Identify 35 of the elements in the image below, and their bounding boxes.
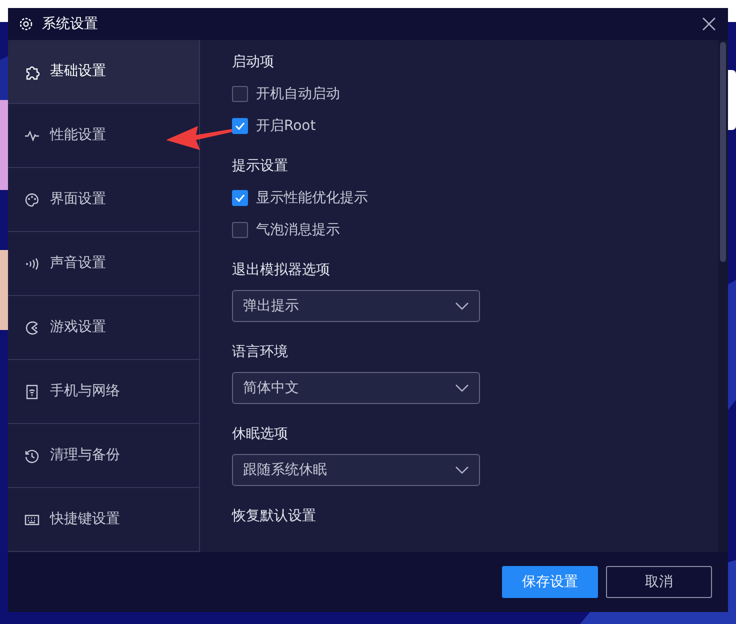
chevron-icon (455, 384, 469, 392)
checkbox[interactable] (232, 190, 248, 206)
window-title: 系统设置 (42, 14, 98, 34)
scrollbar-thumb[interactable] (720, 42, 726, 262)
dropdown[interactable]: 简体中文 (232, 372, 480, 404)
dialog-button[interactable]: 取消 (606, 566, 712, 598)
section-heading: 启动项 (232, 53, 275, 72)
chevron-icon (455, 302, 469, 310)
menu-item-icon (24, 256, 40, 272)
checkmark-icon (234, 192, 246, 204)
menu-item-icon (24, 192, 40, 208)
menu-item-icon (24, 448, 40, 464)
section-heading: 提示设置 (232, 157, 289, 176)
menu-item-icon (24, 64, 40, 80)
checkbox[interactable] (232, 86, 248, 102)
checkmark-icon (234, 120, 246, 132)
checkbox-label[interactable]: 开启Root (256, 116, 316, 136)
dropdown[interactable]: 跟随系统休眠 (232, 454, 480, 486)
section-heading: 恢复默认设置 (232, 507, 317, 526)
section-heading: 退出模拟器选项 (232, 261, 331, 280)
checkbox[interactable] (232, 118, 248, 134)
sidebar-item[interactable]: 基础设置 (8, 40, 199, 104)
checkbox-label[interactable]: 气泡消息提示 (256, 220, 340, 240)
checkbox-label[interactable]: 开机自动启动 (256, 84, 340, 104)
menu-item-icon (24, 320, 40, 336)
settings-icon (18, 16, 34, 32)
checkbox[interactable] (232, 222, 248, 238)
chevron-icon (455, 466, 469, 474)
menu-item-icon (24, 384, 40, 400)
section-heading: 休眠选项 (232, 425, 289, 444)
dropdown[interactable]: 弹出提示 (232, 290, 480, 322)
section-heading: 语言环境 (232, 343, 289, 362)
checkbox-label[interactable]: 显示性能优化提示 (256, 188, 368, 208)
close-button[interactable] (700, 15, 718, 33)
dialog-button[interactable]: 保存设置 (502, 566, 598, 598)
